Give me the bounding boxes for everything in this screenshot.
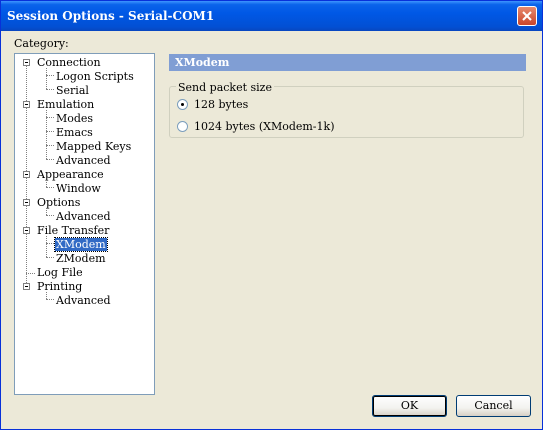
tree-connector [46,145,54,146]
tree-item-logon-scripts[interactable]: Logon Scripts [55,70,135,83]
collapse-icon[interactable] [23,59,30,66]
tree-item-file-transfer[interactable]: File Transfer [36,224,110,237]
close-icon [522,11,532,21]
title-bar[interactable]: Session Options - Serial-COM1 [1,1,542,31]
panel-title: XModem [175,56,230,69]
tree-item-printing-advanced[interactable]: Advanced [55,294,112,307]
tree-connector [46,208,47,215]
tree-item-xmodem[interactable]: XModem [54,237,108,252]
category-label: Category: [14,37,69,50]
tree-item-options-advanced[interactable]: Advanced [55,210,112,223]
radio-button[interactable] [177,121,188,132]
tree-connector [46,187,54,188]
collapse-icon[interactable] [23,171,30,178]
tree-item-log-file[interactable]: Log File [36,266,84,279]
tree-connector [46,89,54,90]
tree-connector [46,68,47,89]
collapse-icon[interactable] [23,283,30,290]
tree-item-zmodem[interactable]: ZModem [55,252,107,265]
radio-label: 128 bytes [194,98,249,111]
tree-connector [46,243,54,244]
close-button[interactable] [517,6,537,26]
collapse-icon[interactable] [23,227,30,234]
tree-connector [46,215,54,216]
tree-item-printing[interactable]: Printing [36,280,83,293]
collapse-icon[interactable] [23,101,30,108]
dialog-body: Category: Connection Logon Scripts Seria… [1,31,542,429]
tree-connector [46,299,54,300]
cancel-button[interactable]: Cancel [456,395,531,417]
window-title: Session Options - Serial-COM1 [7,9,215,23]
session-options-dialog: Session Options - Serial-COM1 Category: … [0,0,543,430]
category-tree[interactable]: Connection Logon Scripts Serial Emulatio… [14,53,155,395]
tree-item-mapped-keys[interactable]: Mapped Keys [55,140,132,153]
tree-item-modes[interactable]: Modes [55,112,94,125]
tree-connector [46,292,47,299]
tree-connector [46,75,54,76]
tree-connector [46,257,54,258]
group-label: Send packet size [176,81,274,94]
tree-connector [46,159,54,160]
tree-item-emulation-advanced[interactable]: Advanced [55,154,112,167]
radio-button-checked[interactable] [177,99,188,110]
tree-connector [46,131,54,132]
tree-connector [46,236,47,257]
tree-connector [46,117,54,118]
tree-item-emulation[interactable]: Emulation [36,98,95,111]
tree-connector [26,273,35,274]
radio-label: 1024 bytes (XModem-1k) [194,120,335,133]
tree-item-options[interactable]: Options [36,196,81,209]
tree-connector [46,180,47,187]
ok-button[interactable]: OK [372,395,447,417]
panel-header: XModem [169,54,526,71]
tree-item-window[interactable]: Window [55,182,102,195]
collapse-icon[interactable] [23,199,30,206]
tree-item-serial[interactable]: Serial [55,84,90,97]
tree-item-emacs[interactable]: Emacs [55,126,94,139]
